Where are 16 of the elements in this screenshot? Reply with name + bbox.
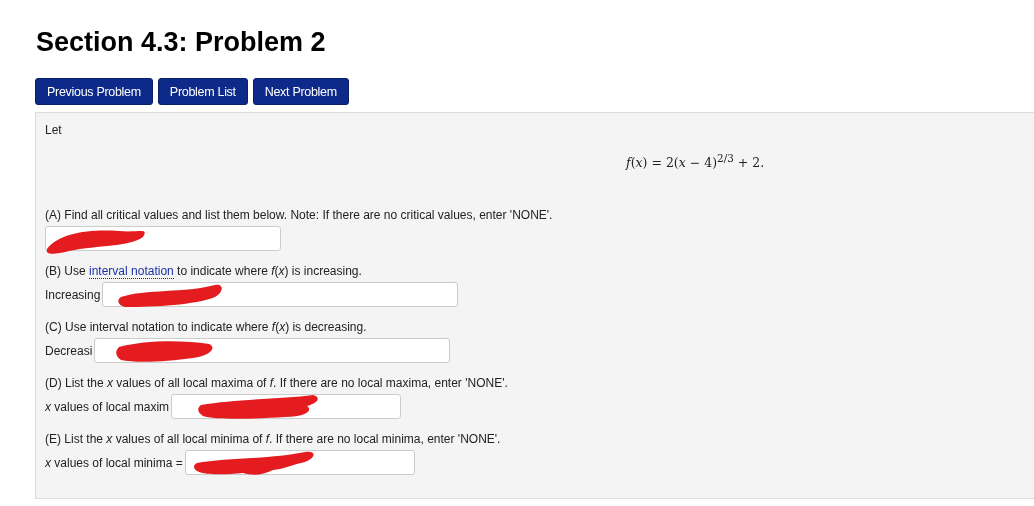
help-link[interactable]: interval notation <box>89 264 174 279</box>
question-text: (A) Find all critical values and list them below. Note: If there are no critical values, enter 'NONE'. <box>45 207 554 223</box>
intro-text: Let <box>45 122 63 138</box>
formula: f(x) = 2(x − 4)$^{2/3}$ + 2. <box>626 152 765 173</box>
answer-label: Increasing <box>45 287 101 302</box>
question-text: (B) Use interval notation to indicate where f(x) is increasing. <box>45 263 363 279</box>
question-text: (E) List the x values of all local minima of f. If there are no local minima, enter 'NONE'. <box>45 431 502 447</box>
question-text: (D) List the x values of all local maxima of f. If there are no local maxima, enter 'NONE'. <box>45 375 509 391</box>
question-text: (C) Use interval notation to indicate where f(x) is decreasing. <box>45 319 368 335</box>
nav-button[interactable]: Previous Problem <box>35 78 153 105</box>
answer-label: x values of local minima = <box>45 455 183 470</box>
page-title: Section 4.3: Problem 2 <box>36 26 327 58</box>
nav-button[interactable]: Problem List <box>157 78 248 105</box>
answer-label: x values of local maxim <box>45 399 170 414</box>
nav-button[interactable]: Next Problem <box>252 78 349 105</box>
answer-label: Decreasi <box>45 343 93 358</box>
